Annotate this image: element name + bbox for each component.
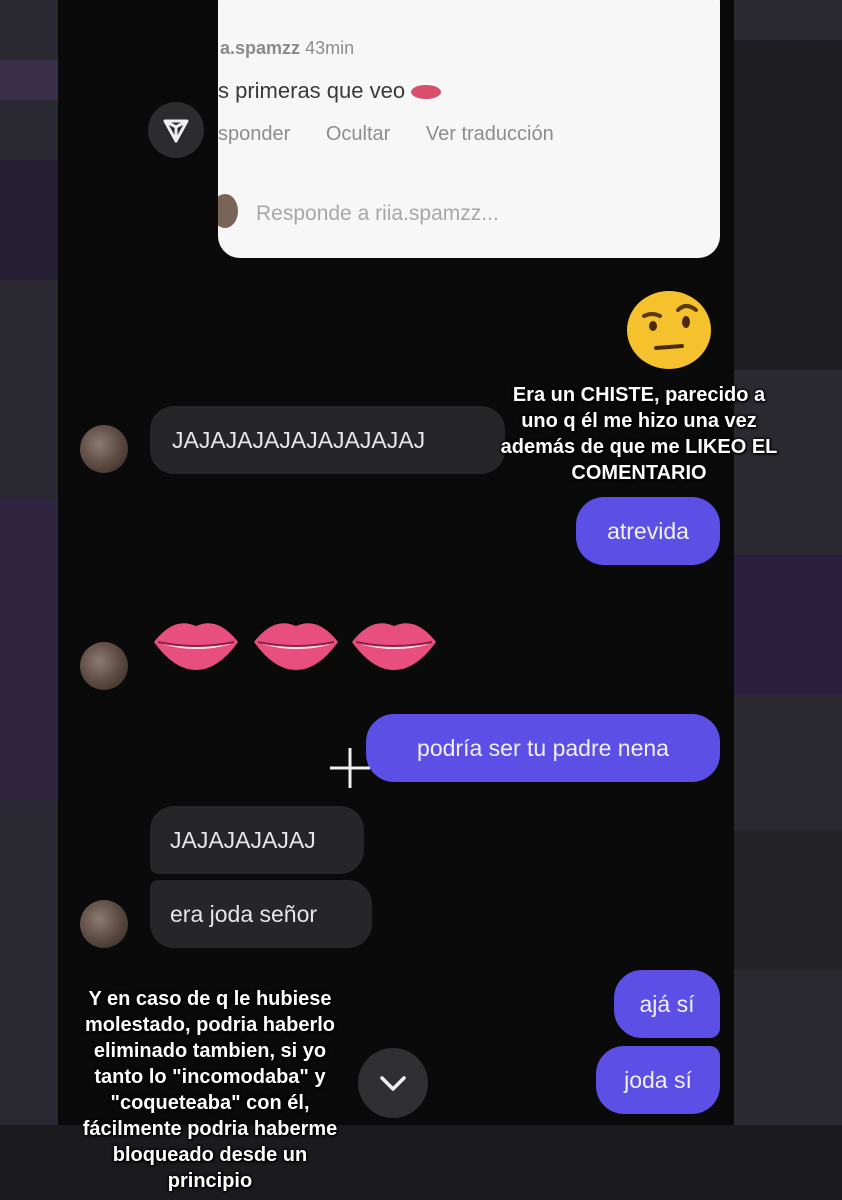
avatar[interactable] (80, 642, 128, 690)
comment-actions: sponder Ocultar Ver traducción (218, 123, 584, 146)
comment-text: s primeras que veo (218, 78, 406, 103)
message-text: joda sí (624, 1067, 692, 1093)
message-text: JAJAJAJAJAJAJAJAJAJ (172, 427, 426, 453)
caption-line: además de que me LIKEO EL (500, 436, 778, 458)
comment-time: 43min (305, 38, 355, 58)
outgoing-message: ajá sí (614, 970, 720, 1038)
message-text: era joda señor (170, 901, 318, 927)
caption-line: "coqueteaba" con él, (110, 1092, 310, 1114)
caption-line: Y en caso de q le hubiese (88, 988, 332, 1010)
caption-line: tanto lo "incomodaba" y (94, 1066, 326, 1088)
plus-icon (330, 748, 370, 788)
raised-eyebrow-emoji (627, 291, 711, 369)
incoming-message: era joda señor (150, 880, 372, 948)
comment-username[interactable]: a.spamzz (220, 38, 300, 58)
reply-avatar (218, 194, 238, 228)
caption-line: molestado, podria haberlo (84, 1014, 336, 1036)
scroll-down-button[interactable] (358, 1048, 428, 1118)
message-text: ajá sí (639, 991, 695, 1017)
hide-action[interactable]: Ocultar (326, 123, 390, 145)
avatar[interactable] (80, 900, 128, 948)
lips-icon (411, 85, 442, 100)
outgoing-message: joda sí (596, 1046, 720, 1114)
reply-input[interactable]: Responde a riia.spamzz... (256, 202, 499, 226)
incoming-message: JAJAJAJAJAJ (150, 806, 364, 874)
outgoing-message: atrevida (576, 497, 720, 565)
incoming-message: JAJAJAJAJAJAJAJAJAJ (150, 406, 505, 474)
caption-bottom: Y en caso de q le hubiese molestado, pod… (60, 986, 360, 1194)
caption-line: COMENTARIO (571, 462, 707, 484)
reply-action[interactable]: sponder (218, 123, 290, 145)
chevron-down-icon (380, 1076, 406, 1091)
send-icon[interactable] (148, 102, 204, 158)
lips-icon (254, 623, 338, 670)
caption-top: Era un CHISTE, parecido a uno q él me hi… (474, 382, 804, 486)
comment-card: a.spamzz 43min s primeras que veo sponde… (218, 0, 720, 258)
comment-text-row: s primeras que veo (218, 78, 442, 104)
lips-icon (154, 623, 238, 670)
caption-line: fácilmente podria haberme (82, 1118, 338, 1140)
background-panel-right (734, 0, 842, 1200)
message-text: atrevida (607, 518, 689, 544)
lips-icon (352, 623, 436, 670)
outgoing-message: podría ser tu padre nena (366, 714, 720, 782)
message-text: podría ser tu padre nena (417, 735, 669, 761)
message-text: JAJAJAJAJAJ (170, 827, 316, 853)
avatar[interactable] (80, 425, 128, 473)
lips-emoji-message (154, 623, 436, 670)
caption-line: bloqueado desde un (112, 1144, 308, 1166)
caption-line: eliminado tambien, si yo (93, 1040, 327, 1062)
background-panel-left (0, 0, 58, 1200)
caption-line: Era un CHISTE, parecido a (512, 384, 766, 406)
caption-line: principio (167, 1170, 253, 1192)
caption-line: uno q él me hizo una vez (521, 410, 757, 432)
comment-user: a.spamzz 43min (220, 38, 354, 59)
translate-action[interactable]: Ver traducción (426, 123, 554, 145)
